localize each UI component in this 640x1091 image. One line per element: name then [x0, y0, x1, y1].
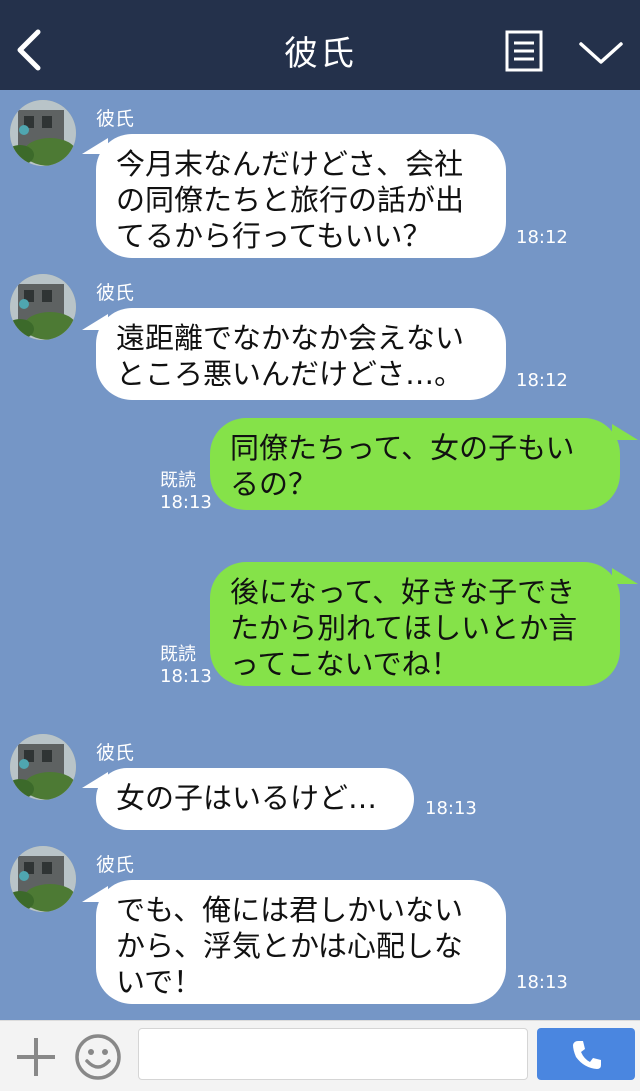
sender-name: 彼氏	[96, 742, 135, 764]
plus-icon[interactable]	[14, 1035, 58, 1079]
avatar-photo-icon	[10, 846, 76, 912]
emoji-icon[interactable]	[74, 1033, 122, 1081]
message-bubble-outgoing[interactable]: 同僚たちって、女の子もい るの？	[210, 418, 620, 510]
message-time: 18:12	[516, 227, 568, 248]
sender-name: 彼氏	[96, 108, 135, 130]
sender-name: 彼氏	[96, 854, 135, 876]
message-time: 18:13	[160, 666, 212, 687]
message-bubble-incoming[interactable]: でも、俺には君しかいない から、浮気とかは心配しな いで！	[96, 880, 506, 1004]
avatar-photo-icon	[10, 274, 76, 340]
avatar[interactable]	[10, 846, 76, 912]
call-button[interactable]	[537, 1028, 635, 1080]
chevron-down-icon[interactable]	[578, 38, 624, 68]
message-bubble-outgoing[interactable]: 後になって、好きな子でき たから別れてほしいとか言 ってこないでね！	[210, 562, 620, 686]
chat-area[interactable]: 彼氏 今月末なんだけどさ、会社 の同僚たちと旅行の話が出 てるから行ってもいい？…	[0, 90, 640, 1020]
bubble-tail	[612, 568, 638, 584]
avatar-photo-icon	[10, 100, 76, 166]
avatar[interactable]	[10, 274, 76, 340]
avatar[interactable]	[10, 100, 76, 166]
phone-icon	[573, 1041, 601, 1069]
bubble-tail	[612, 424, 638, 440]
read-label: 既読	[160, 644, 196, 665]
message-time: 18:13	[516, 972, 568, 993]
message-bubble-incoming[interactable]: 今月末なんだけどさ、会社 の同僚たちと旅行の話が出 てるから行ってもいい？	[96, 134, 506, 258]
avatar[interactable]	[10, 734, 76, 800]
chat-header: 彼氏	[0, 0, 640, 90]
read-receipt: 既読 18:13	[160, 644, 212, 688]
menu-list-icon[interactable]	[505, 30, 543, 72]
message-bubble-incoming[interactable]: 女の子はいるけど…	[96, 768, 414, 830]
read-receipt: 既読 18:13	[160, 470, 212, 514]
message-bubble-incoming[interactable]: 遠距離でなかなか会えない ところ悪いんだけどさ…。	[96, 308, 506, 400]
input-bar	[0, 1020, 640, 1091]
message-input[interactable]	[138, 1028, 528, 1080]
message-time: 18:13	[160, 492, 212, 513]
message-time: 18:12	[516, 370, 568, 391]
read-label: 既読	[160, 470, 196, 491]
avatar-photo-icon	[10, 734, 76, 800]
sender-name: 彼氏	[96, 282, 135, 304]
chat-title: 彼氏	[284, 34, 356, 74]
message-time: 18:13	[425, 798, 477, 819]
